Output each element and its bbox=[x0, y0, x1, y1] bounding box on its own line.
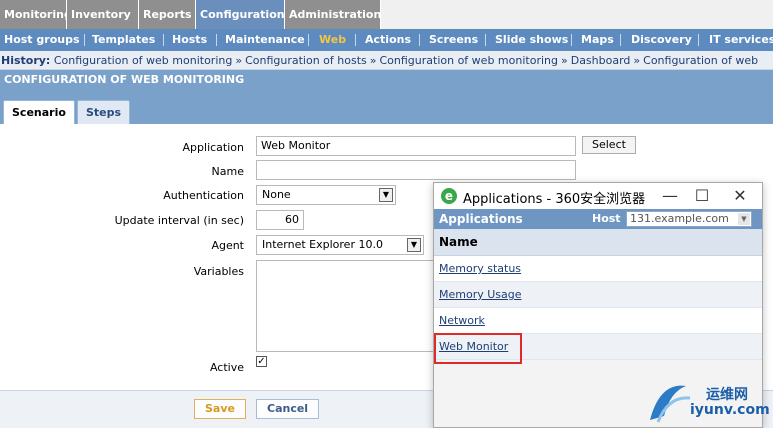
submenu-separator bbox=[163, 34, 164, 46]
tab-monitoring[interactable]: Monitoring bbox=[0, 0, 72, 29]
tab-steps[interactable]: Steps bbox=[77, 100, 131, 124]
agent-select[interactable]: Internet Explorer 10.0 ▼ bbox=[256, 235, 424, 255]
tab-administration[interactable]: Administration bbox=[285, 0, 381, 29]
maximize-icon[interactable]: ☐ bbox=[692, 186, 712, 206]
history-separator: » bbox=[235, 54, 243, 67]
update-interval-label: Update interval (in sec) bbox=[114, 214, 244, 227]
submenu-maps[interactable]: Maps bbox=[581, 29, 614, 51]
submenu-slide-shows[interactable]: Slide shows bbox=[495, 29, 568, 51]
update-interval-field[interactable]: 60 bbox=[256, 210, 304, 230]
history-link[interactable]: Dashboard bbox=[571, 54, 631, 67]
watermark-logo: 运维网 iyunv.com bbox=[640, 372, 773, 428]
select-button[interactable]: Select bbox=[582, 136, 636, 154]
active-label: Active bbox=[209, 361, 244, 374]
popup-window-title: Applications - 360安全浏览器 bbox=[463, 192, 646, 207]
form-tabs: Scenario Steps bbox=[0, 90, 773, 124]
save-button[interactable]: Save bbox=[194, 399, 246, 419]
history-separator: » bbox=[369, 54, 377, 67]
tab-configuration[interactable]: Configuration bbox=[196, 0, 285, 29]
history-breadcrumb: History: Configuration of web monitoring… bbox=[0, 51, 773, 70]
application-field[interactable]: Web Monitor bbox=[256, 136, 576, 156]
page-title: CONFIGURATION OF WEB MONITORING bbox=[0, 70, 773, 90]
submenu-separator bbox=[308, 34, 309, 46]
agent-label: Agent bbox=[211, 239, 244, 252]
list-item: Memory Usage bbox=[434, 282, 762, 308]
name-label: Name bbox=[211, 165, 244, 178]
minimize-icon[interactable]: — bbox=[660, 186, 680, 206]
watermark-text: 运维网 bbox=[706, 387, 748, 403]
application-label: Application bbox=[182, 141, 244, 154]
active-checkbox[interactable]: ✓ bbox=[256, 356, 267, 367]
submenu-host-groups[interactable]: Host groups bbox=[4, 29, 80, 51]
column-header-name: Name bbox=[434, 229, 762, 256]
chevron-down-icon[interactable]: ▼ bbox=[407, 238, 421, 252]
submenu-separator bbox=[698, 34, 699, 46]
host-value: 131.example.com bbox=[630, 212, 729, 225]
list-item: Network bbox=[434, 308, 762, 334]
tab-inventory[interactable]: Inventory bbox=[67, 0, 139, 29]
submenu-templates[interactable]: Templates bbox=[92, 29, 155, 51]
authentication-value: None bbox=[262, 188, 291, 201]
submenu-separator bbox=[485, 34, 486, 46]
application-link[interactable]: Network bbox=[439, 314, 485, 327]
check-icon: ✓ bbox=[257, 356, 266, 367]
close-icon[interactable]: ✕ bbox=[730, 186, 750, 206]
history-link[interactable]: Configuration of web monitoring bbox=[379, 54, 558, 67]
cancel-button[interactable]: Cancel bbox=[256, 399, 320, 419]
host-label: Host bbox=[592, 212, 621, 225]
highlight-box bbox=[434, 333, 522, 364]
history-separator: » bbox=[560, 54, 568, 67]
submenu-separator bbox=[355, 34, 356, 46]
application-link[interactable]: Memory Usage bbox=[439, 288, 522, 301]
history-label: History: bbox=[1, 54, 51, 67]
popup-titlebar: e Applications - 360安全浏览器 — ☐ ✕ bbox=[434, 183, 762, 209]
submenu-it-services[interactable]: IT services bbox=[709, 29, 773, 51]
history-link[interactable]: Configuration of web monitoring bbox=[54, 54, 233, 67]
submenu-actions[interactable]: Actions bbox=[365, 29, 411, 51]
submenu-maintenance[interactable]: Maintenance bbox=[225, 29, 305, 51]
chevron-down-icon[interactable]: ▼ bbox=[379, 188, 393, 202]
watermark-swirl-icon bbox=[650, 385, 691, 423]
agent-value: Internet Explorer 10.0 bbox=[262, 238, 383, 251]
submenu-web[interactable]: Web bbox=[319, 29, 346, 51]
variables-textarea[interactable] bbox=[256, 260, 436, 352]
authentication-label: Authentication bbox=[163, 189, 244, 202]
submenu-separator bbox=[419, 34, 420, 46]
submenu-separator bbox=[620, 34, 621, 46]
variables-label: Variables bbox=[193, 265, 244, 278]
submenu-separator bbox=[571, 34, 572, 46]
browser-icon: e bbox=[441, 188, 457, 204]
application-link[interactable]: Memory status bbox=[439, 262, 521, 275]
top-menu: Monitoring Inventory Reports Configurati… bbox=[0, 0, 773, 29]
name-field[interactable] bbox=[256, 160, 576, 180]
history-separator: » bbox=[633, 54, 641, 67]
submenu-separator bbox=[84, 34, 85, 46]
watermark-url: iyunv.com bbox=[690, 402, 770, 418]
tab-scenario[interactable]: Scenario bbox=[3, 100, 75, 124]
submenu-screens[interactable]: Screens bbox=[429, 29, 478, 51]
tab-reports[interactable]: Reports bbox=[139, 0, 196, 29]
sub-menu: Host groups Templates Hosts Maintenance … bbox=[0, 29, 773, 51]
submenu-hosts[interactable]: Hosts bbox=[172, 29, 207, 51]
authentication-select[interactable]: None ▼ bbox=[256, 185, 396, 205]
list-item: Memory status bbox=[434, 256, 762, 282]
chevron-down-icon[interactable]: ▼ bbox=[738, 213, 750, 225]
submenu-separator bbox=[216, 34, 217, 46]
history-link[interactable]: Configuration of hosts bbox=[245, 54, 367, 67]
host-select[interactable]: 131.example.com ▼ bbox=[626, 211, 752, 227]
history-link[interactable]: Configuration of web bbox=[643, 54, 758, 67]
submenu-discovery[interactable]: Discovery bbox=[631, 29, 692, 51]
